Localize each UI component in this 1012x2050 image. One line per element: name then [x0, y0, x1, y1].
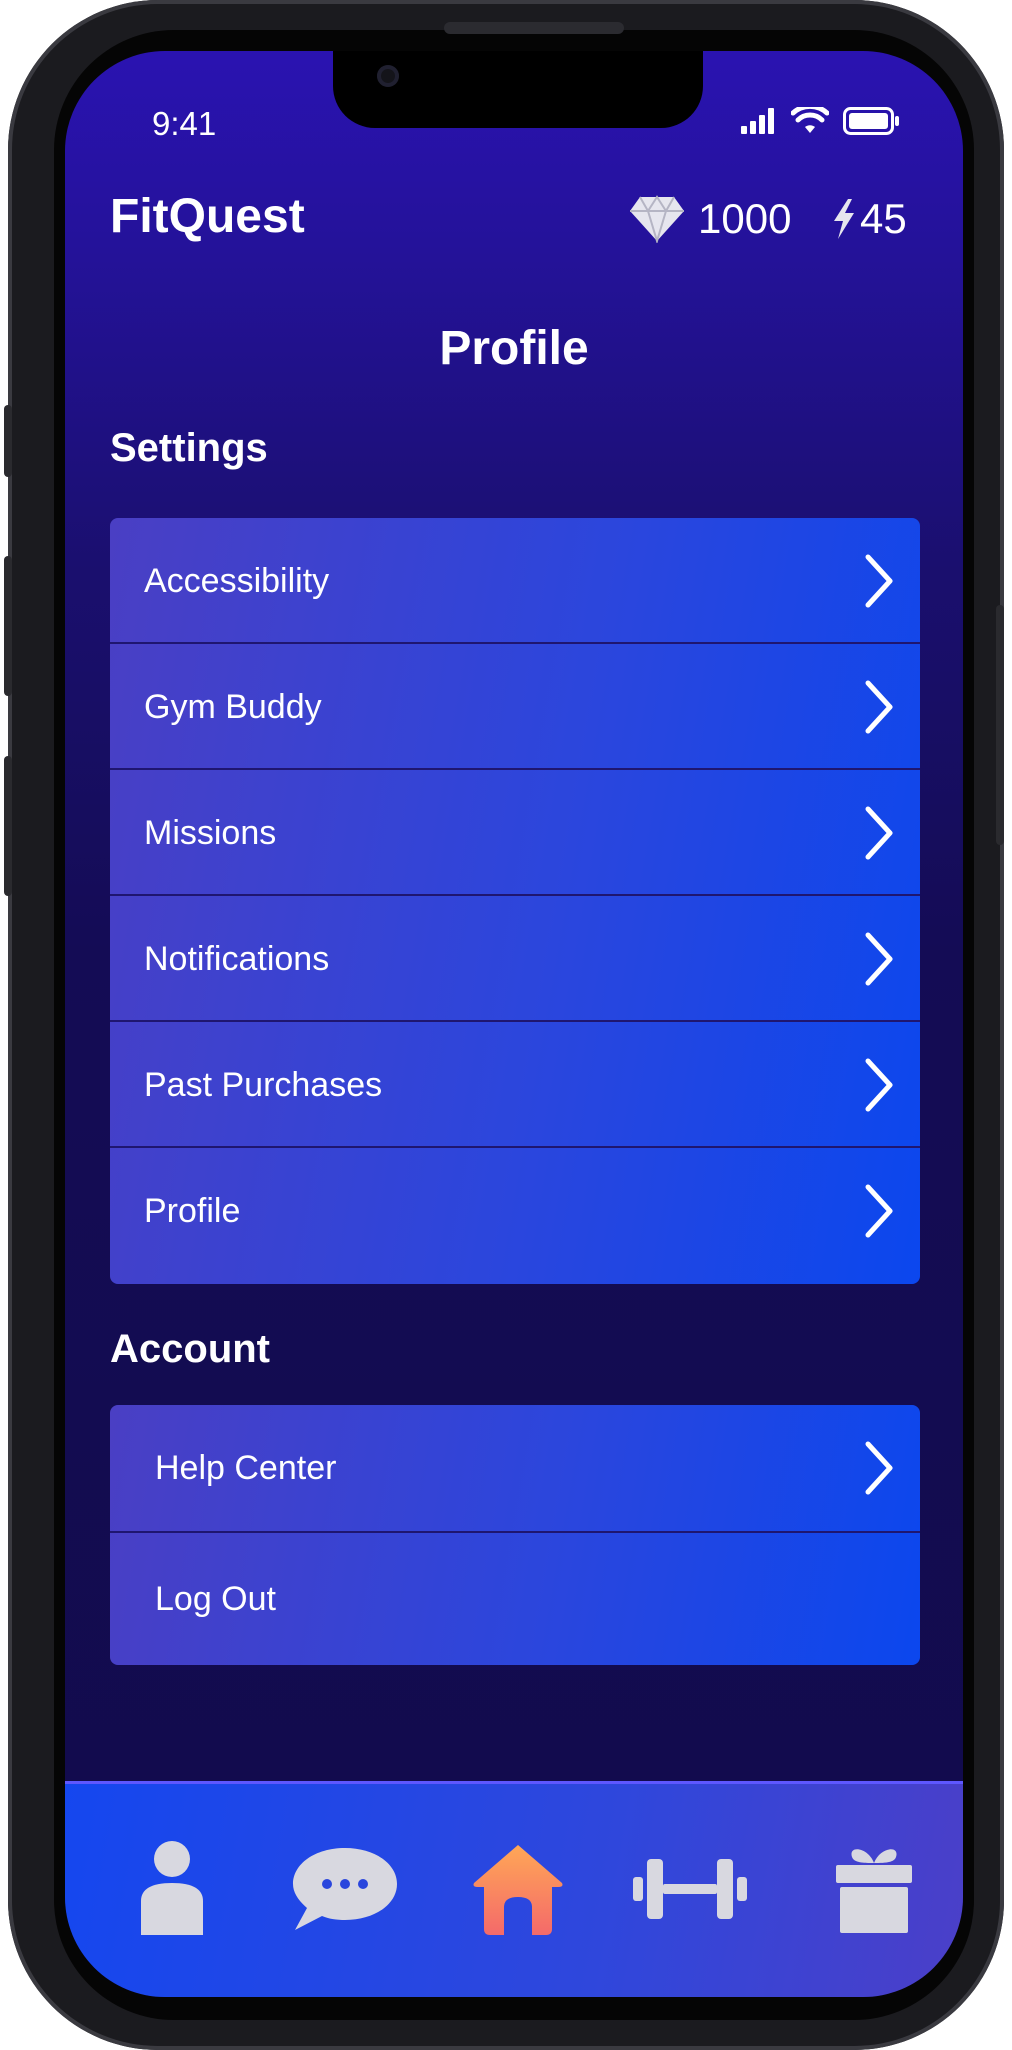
settings-item-missions[interactable]: Missions: [110, 770, 920, 896]
bottom-tab-bar: [65, 1781, 963, 1997]
settings-item-accessibility[interactable]: Accessibility: [110, 518, 920, 644]
gem-count: 1000: [698, 195, 792, 242]
settings-item-past-purchases[interactable]: Past Purchases: [110, 1022, 920, 1148]
phone-frame: 9:41 FitQuest 1000 45 Profile Settings A…: [4, 0, 1004, 2050]
gift-icon: [836, 1849, 912, 1933]
tab-rewards[interactable]: [819, 1834, 929, 1944]
mute-switch: [4, 405, 12, 477]
volume-up-button: [4, 556, 12, 696]
battery-icon: [843, 107, 899, 135]
status-icons: [741, 107, 901, 135]
gem-counter[interactable]: 1000: [628, 195, 791, 243]
settings-list: Accessibility Gym Buddy Missions Notific…: [110, 518, 920, 1284]
account-list: Help Center Log Out: [110, 1405, 920, 1665]
page-title: Profile: [439, 322, 589, 375]
chevron-right-icon: [865, 1441, 893, 1495]
settings-item-notifications[interactable]: Notifications: [110, 896, 920, 1022]
chevron-right-icon: [865, 554, 893, 608]
app-screen: 9:41 FitQuest 1000 45 Profile Settings A…: [65, 51, 963, 1997]
account-section-title: Account: [110, 1327, 270, 1371]
status-time: 9:41: [152, 105, 217, 142]
wifi-icon: [791, 107, 829, 133]
person-icon: [141, 1841, 203, 1935]
status-bar: 9:41: [65, 51, 963, 142]
volume-down-button: [4, 756, 12, 896]
settings-item-gym-buddy[interactable]: Gym Buddy: [110, 644, 920, 770]
list-item-label: Missions: [144, 814, 277, 852]
app-header: FitQuest 1000 45: [65, 179, 963, 259]
home-icon: [473, 1845, 563, 1935]
account-item-help-center[interactable]: Help Center: [110, 1405, 920, 1533]
chevron-right-icon: [865, 1058, 893, 1112]
power-button: [996, 605, 1004, 845]
app-title: FitQuest: [110, 190, 305, 243]
account-item-log-out[interactable]: Log Out: [110, 1533, 920, 1665]
list-item-label: Gym Buddy: [144, 688, 322, 726]
list-item-label: Past Purchases: [144, 1066, 383, 1104]
chevron-right-icon: [865, 680, 893, 734]
chevron-right-icon: [865, 1184, 893, 1238]
dumbbell-icon: [633, 1859, 747, 1919]
energy-count: 45: [860, 195, 907, 242]
tab-workouts[interactable]: [630, 1834, 750, 1944]
tab-chat[interactable]: [285, 1834, 405, 1944]
list-item-label: Profile: [144, 1192, 241, 1230]
settings-item-profile[interactable]: Profile: [110, 1148, 920, 1274]
earpiece-speaker: [444, 22, 624, 34]
chat-icon: [293, 1848, 397, 1930]
diamond-icon: [630, 195, 684, 243]
cellular-signal-icon: [741, 108, 774, 134]
chevron-right-icon: [865, 806, 893, 860]
settings-section-title: Settings: [110, 426, 268, 470]
tab-home[interactable]: [463, 1834, 573, 1944]
tab-profile[interactable]: [117, 1834, 227, 1944]
list-item-label: Log Out: [155, 1580, 276, 1618]
energy-counter[interactable]: 45: [830, 195, 907, 243]
list-item-label: Accessibility: [144, 562, 330, 600]
lightning-icon: [834, 199, 854, 239]
list-item-label: Help Center: [155, 1449, 337, 1487]
list-item-label: Notifications: [144, 940, 330, 978]
chevron-right-icon: [865, 932, 893, 986]
